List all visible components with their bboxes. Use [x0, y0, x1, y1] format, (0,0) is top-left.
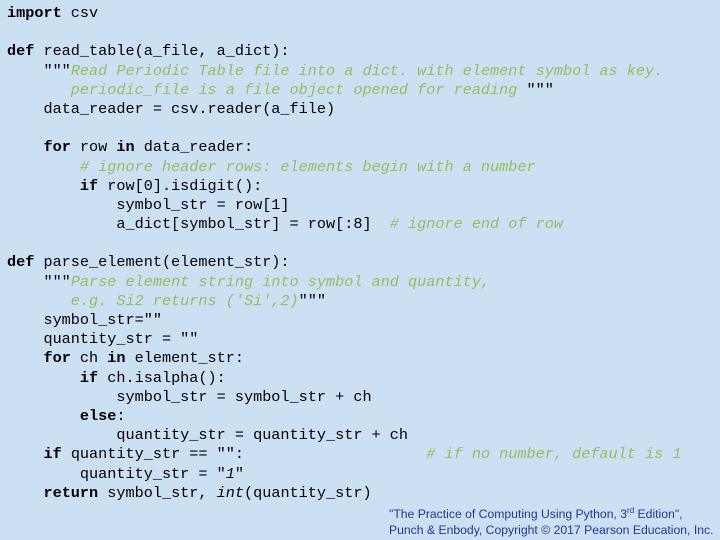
code-line: if row[0].isdigit(): [7, 177, 681, 196]
code-keyword: for [43, 138, 71, 157]
code-text: parse_element(element_str): [34, 253, 290, 272]
code-text: """ [7, 61, 71, 80]
code-line: a_dict[symbol_str] = row[:8] # ignore en… [7, 215, 681, 234]
code-text: data_reader: [134, 138, 254, 157]
code-line: import csv [7, 4, 681, 23]
code-text: quantity_str = quantity_str + ch [7, 426, 409, 445]
code-text: quantity_str == "": [61, 445, 427, 464]
code-keyword: in [116, 138, 135, 157]
code-line: # ignore header rows: elements begin wit… [7, 158, 681, 177]
code-comment: Read Periodic Table file into a dict. wi… [70, 61, 664, 80]
code-line: else: [7, 407, 681, 426]
code-text: : [116, 406, 126, 425]
code-keyword: else [79, 406, 117, 425]
code-text: quantity_str = " [7, 464, 226, 483]
code-text: quantity_str = "" [7, 330, 199, 349]
code-text: ch [70, 349, 108, 368]
code-keyword: if [43, 445, 62, 464]
code-line: if ch.isalpha(): [7, 369, 681, 388]
code-text: data_reader = csv.reader(a_file) [7, 99, 336, 118]
footer-line-2: Punch & Enbody, Copyright © 2017 Pearson… [389, 523, 714, 537]
code-keyword: def [7, 253, 35, 272]
code-comment: # ignore end of row [389, 215, 563, 234]
code-keyword: if [79, 176, 99, 195]
code-line: def parse_element(element_str): [7, 253, 681, 272]
code-text: """ [526, 80, 554, 99]
code-comment: e.g. Si2 returns ('Si',2) [7, 291, 299, 310]
code-text: " [234, 464, 244, 483]
code-keyword: for [43, 349, 71, 368]
code-line: periodic_file is a file object opened fo… [7, 81, 681, 100]
footer-line-1: "The Practice of Computing Using Python,… [389, 505, 683, 521]
code-text: a_dict[symbol_str] = row[:8] [7, 215, 390, 234]
code-builtin: 1 [225, 464, 235, 483]
code-line: """Parse element string into symbol and … [7, 273, 681, 292]
code-line: symbol_str = row[1] [7, 196, 681, 215]
code-line: quantity_str = "1" [7, 465, 681, 484]
code-line: return symbol_str, int(quantity_str) [7, 484, 681, 503]
code-text: (quantity_str) [243, 483, 372, 502]
code-text: symbol_str, [98, 483, 217, 502]
code-text: symbol_str="" [7, 311, 162, 329]
code-keyword: import [7, 4, 62, 22]
code-line: quantity_str = "" [7, 330, 681, 349]
code-line: if quantity_str == "": # if no number, d… [7, 445, 681, 464]
code-keyword: def [7, 42, 35, 61]
code-comment: periodic_file is a file object opened fo… [7, 80, 527, 99]
code-text: symbol_str = row[1] [7, 195, 290, 214]
code-keyword: return [43, 483, 99, 502]
code-comment: # ignore header rows: elements begin wit… [79, 157, 536, 176]
code-text: """ [298, 291, 326, 310]
code-comment: # if no number, default is 1 [426, 445, 682, 464]
code-text: element_str: [125, 349, 244, 368]
code-line: symbol_str = symbol_str + ch [7, 388, 681, 407]
code-text: read_table(a_file, a_dict): [34, 42, 290, 61]
code-line: symbol_str="" [7, 311, 681, 330]
copyright-footer: "The Practice of Computing Using Python,… [389, 506, 713, 538]
code-text: """ [7, 272, 71, 291]
code-text: row[0].isdigit(): [98, 176, 263, 195]
code-text: csv [61, 4, 99, 22]
code-line: data_reader = csv.reader(a_file) [7, 100, 681, 119]
code-text: ch.isalpha(): [98, 368, 226, 387]
code-listing: import csv def read_table(a_file, a_dict… [7, 4, 681, 503]
code-line: e.g. Si2 returns ('Si',2)""" [7, 292, 681, 311]
code-text: symbol_str = symbol_str + ch [7, 387, 372, 406]
code-keyword: if [79, 368, 99, 387]
code-line: def read_table(a_file, a_dict): [7, 42, 681, 61]
code-builtin: int [216, 483, 244, 502]
code-keyword: in [107, 349, 126, 368]
code-line: quantity_str = quantity_str + ch [7, 426, 681, 445]
code-line: """Read Periodic Table file into a dict.… [7, 62, 681, 81]
code-line: for ch in element_str: [7, 349, 681, 368]
code-comment: Parse element string into symbol and qua… [70, 272, 491, 291]
code-line: for row in data_reader: [7, 138, 681, 157]
code-text: row [70, 138, 117, 157]
